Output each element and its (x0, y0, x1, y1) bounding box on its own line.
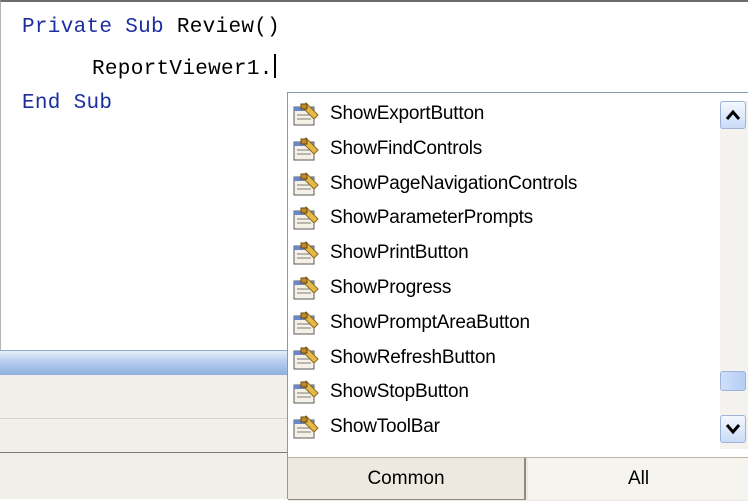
completion-scrollbar[interactable] (720, 101, 748, 449)
pane-divider-light (0, 418, 290, 419)
completion-item[interactable]: ShowStopButton (292, 375, 469, 409)
completion-item-label: ShowRefreshButton (330, 346, 496, 368)
sub-name: Review() (176, 16, 281, 39)
code-line-3: End Sub (22, 92, 112, 115)
property-icon (292, 310, 320, 336)
completion-item-label: ShowPageNavigationControls (330, 172, 578, 194)
completion-item[interactable]: ShowToolBar (292, 410, 440, 444)
pane-divider (0, 452, 290, 453)
property-icon (292, 240, 320, 266)
completion-item[interactable]: ShowProgress (292, 271, 451, 305)
completion-item[interactable]: ShowFindControls (292, 132, 482, 166)
completion-item[interactable]: ShowExportButton (292, 97, 484, 131)
completion-item-label: ShowExportButton (330, 103, 485, 124)
property-icon (292, 275, 320, 301)
tab-all[interactable]: All (528, 458, 748, 500)
code-line-2[interactable]: ReportViewer1. (92, 54, 276, 81)
property-icon (292, 205, 320, 231)
property-icon (292, 171, 320, 197)
code-line-1: Private Sub Review() (22, 16, 280, 39)
completion-item[interactable]: ShowPrintButton (292, 236, 469, 270)
scroll-down-button[interactable] (720, 415, 746, 443)
completion-item-label: ShowToolBar (330, 416, 440, 438)
member-access-text: ReportViewer1. (92, 58, 273, 81)
pane-header-strip (0, 350, 290, 375)
keyword-end: End (22, 92, 61, 115)
tab-common[interactable]: Common (288, 458, 526, 500)
completion-item[interactable]: ShowParameterPrompts (292, 201, 533, 235)
scroll-up-button[interactable] (720, 101, 746, 129)
completion-item-label: ShowPrintButton (330, 242, 469, 264)
property-icon (292, 345, 320, 371)
lower-pane (0, 375, 290, 499)
scroll-thumb[interactable] (720, 371, 746, 391)
keyword-sub-end: Sub (73, 92, 113, 115)
completion-item[interactable]: ShowRefreshButton (292, 341, 496, 375)
completion-item-label: ShowFindControls (330, 137, 483, 159)
completion-item-label: ShowParameterPrompts (330, 207, 533, 229)
chevron-up-icon (725, 109, 741, 120)
keyword-sub: Sub (125, 16, 164, 39)
property-icon (292, 379, 320, 405)
completion-item-label: ShowProgress (330, 277, 452, 298)
property-icon (292, 414, 320, 440)
property-icon (292, 136, 320, 162)
completion-item-label: ShowPromptAreaButton (330, 311, 530, 333)
completion-tabs: Common All (288, 457, 748, 501)
chevron-down-icon (725, 424, 741, 435)
keyword-private: Private (22, 16, 113, 39)
property-icon (292, 101, 320, 127)
intellisense-popup[interactable]: ShowExportButton ShowFindControls ShowPage… (287, 92, 748, 501)
text-caret (273, 54, 276, 78)
completion-item-label: ShowStopButton (330, 381, 469, 403)
completion-item[interactable]: ShowPageNavigationControls (292, 167, 577, 201)
completion-item[interactable]: ShowPromptAreaButton (292, 306, 530, 340)
